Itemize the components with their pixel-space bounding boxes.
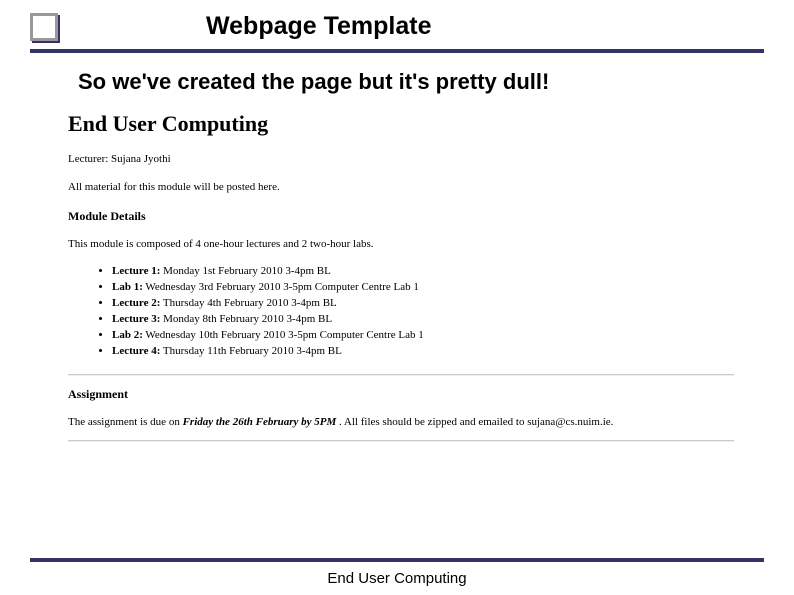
list-item: Lecture 1: Monday 1st February 2010 3-4p… [112,264,734,280]
assignment-suffix: . All files should be zipped and emailed… [336,416,613,428]
schedule-label: Lecture 4: [112,345,160,357]
schedule-text: Wednesday 10th February 2010 3-5pm Compu… [143,329,424,341]
schedule-text: Monday 1st February 2010 3-4pm BL [160,265,330,277]
schedule-text: Thursday 4th February 2010 3-4pm BL [160,297,336,309]
horizontal-rule [68,374,734,375]
footer-line [30,558,764,562]
schedule-label: Lecture 2: [112,297,160,309]
module-details-title: Module Details [68,209,734,224]
list-item: Lab 2: Wednesday 10th February 2010 3-5p… [112,328,734,344]
slide-subtitle: So we've created the page but it's prett… [78,69,794,95]
page-heading: End User Computing [68,111,734,137]
slide-header: Webpage Template [0,0,794,45]
lecturer-line: Lecturer: Sujana Jyothi [68,153,734,165]
schedule-label: Lab 1: [112,281,143,293]
assignment-text: The assignment is due on Friday the 26th… [68,416,734,428]
title-underline [30,49,764,53]
list-item: Lecture 3: Monday 8th February 2010 3-4p… [112,312,734,328]
footer-text: End User Computing [0,570,794,595]
schedule-text: Wednesday 3rd February 2010 3-5pm Comput… [143,281,419,293]
slide-title: Webpage Template [206,12,432,41]
list-item: Lecture 4: Thursday 11th February 2010 3… [112,344,734,360]
assignment-prefix: The assignment is due on [68,416,183,428]
list-item: Lab 1: Wednesday 3rd February 2010 3-5pm… [112,280,734,296]
schedule-label: Lecture 1: [112,265,160,277]
assignment-title: Assignment [68,387,734,402]
schedule-label: Lecture 3: [112,313,160,325]
schedule-list: Lecture 1: Monday 1st February 2010 3-4p… [68,264,734,360]
embedded-page: End User Computing Lecturer: Sujana Jyot… [0,95,794,441]
slide-footer: End User Computing [0,558,794,595]
slide: Webpage Template So we've created the pa… [0,0,794,595]
horizontal-rule [68,440,734,441]
schedule-label: Lab 2: [112,329,143,341]
assignment-due: Friday the 26th February by 5PM [183,416,337,428]
schedule-text: Monday 8th February 2010 3-4pm BL [160,313,332,325]
module-details-desc: This module is composed of 4 one-hour le… [68,238,734,250]
schedule-text: Thursday 11th February 2010 3-4pm BL [160,345,341,357]
list-item: Lecture 2: Thursday 4th February 2010 3-… [112,296,734,312]
material-line: All material for this module will be pos… [68,181,734,193]
bullet-square-icon [30,13,58,41]
